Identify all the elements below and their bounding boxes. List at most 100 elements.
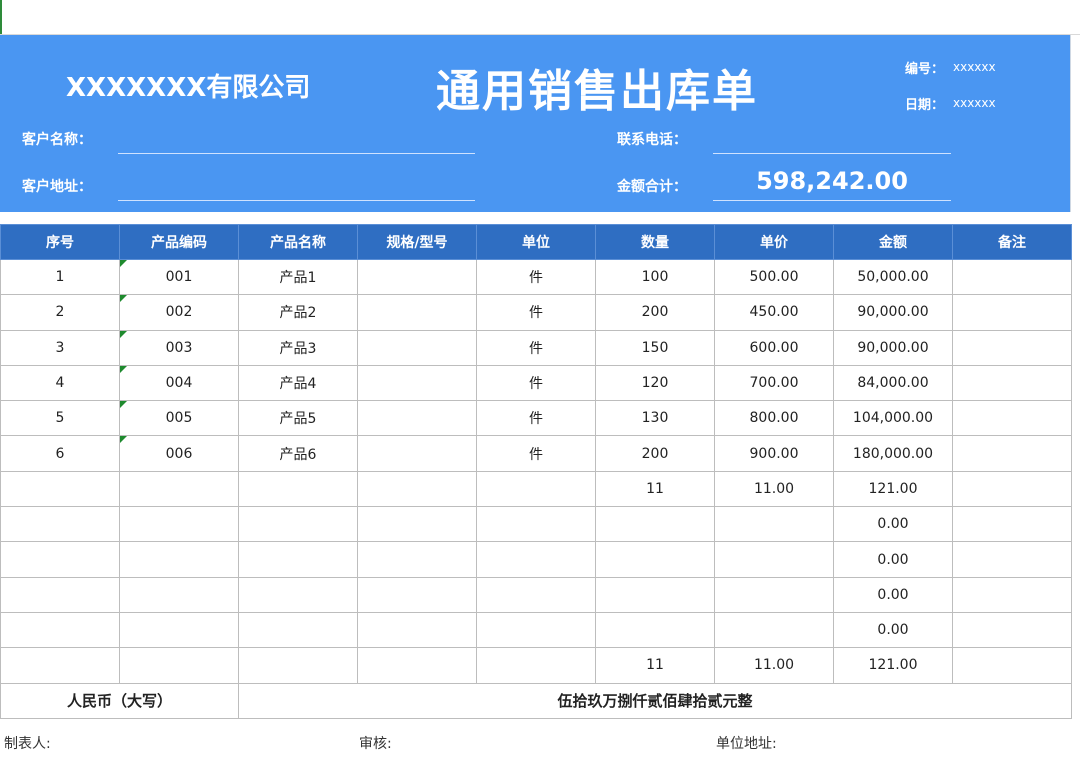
table-cell[interactable]: 产品4	[238, 364, 358, 402]
table-cell[interactable]: 150	[595, 329, 715, 366]
table-cell[interactable]: 产品6	[238, 435, 358, 472]
table-cell[interactable]: 200	[595, 294, 715, 331]
table-cell[interactable]	[238, 541, 358, 578]
column-header[interactable]: 单价	[714, 224, 834, 260]
table-cell[interactable]	[357, 576, 477, 613]
table-cell[interactable]	[952, 470, 1072, 508]
table-cell[interactable]: 产品3	[238, 329, 358, 366]
table-cell[interactable]	[119, 647, 239, 684]
table-cell[interactable]	[476, 611, 596, 649]
table-cell[interactable]	[357, 470, 477, 508]
table-cell[interactable]	[0, 541, 120, 578]
table-cell[interactable]: 11	[595, 647, 715, 684]
table-cell[interactable]: 2	[0, 294, 120, 331]
table-cell[interactable]	[357, 611, 477, 649]
column-header[interactable]: 金额	[833, 224, 953, 260]
table-cell[interactable]	[595, 541, 715, 578]
customer-name-field[interactable]	[118, 153, 475, 154]
table-cell[interactable]: 4	[0, 364, 120, 402]
table-cell[interactable]	[357, 506, 477, 543]
table-cell[interactable]: 0.00	[833, 506, 953, 543]
table-cell[interactable]: 180,000.00	[833, 435, 953, 472]
table-cell[interactable]: 005	[119, 400, 239, 437]
table-cell[interactable]: 800.00	[714, 400, 834, 437]
table-cell[interactable]: 产品1	[238, 258, 358, 296]
table-cell[interactable]	[952, 400, 1072, 437]
column-header[interactable]: 序号	[0, 224, 120, 260]
column-header[interactable]: 产品名称	[238, 224, 358, 260]
table-cell[interactable]	[476, 506, 596, 543]
table-cell[interactable]	[357, 329, 477, 366]
table-cell[interactable]	[357, 647, 477, 684]
column-header[interactable]: 规格/型号	[357, 224, 477, 260]
table-cell[interactable]: 产品2	[238, 294, 358, 331]
number-value[interactable]: xxxxxx	[953, 60, 996, 74]
table-cell[interactable]	[357, 400, 477, 437]
table-cell[interactable]	[952, 506, 1072, 543]
table-cell[interactable]: 0.00	[833, 541, 953, 578]
table-cell[interactable]	[238, 647, 358, 684]
table-cell[interactable]	[0, 647, 120, 684]
table-cell[interactable]: 件	[476, 400, 596, 437]
table-cell[interactable]: 11.00	[714, 470, 834, 508]
table-cell[interactable]: 900.00	[714, 435, 834, 472]
table-cell[interactable]	[357, 364, 477, 402]
table-cell[interactable]: 121.00	[833, 647, 953, 684]
table-cell[interactable]: 90,000.00	[833, 294, 953, 331]
table-cell[interactable]: 50,000.00	[833, 258, 953, 296]
table-cell[interactable]	[0, 506, 120, 543]
table-cell[interactable]	[952, 611, 1072, 649]
table-cell[interactable]	[952, 329, 1072, 366]
table-cell[interactable]	[952, 647, 1072, 684]
table-cell[interactable]: 700.00	[714, 364, 834, 402]
table-cell[interactable]	[952, 294, 1072, 331]
table-cell[interactable]: 100	[595, 258, 715, 296]
table-cell[interactable]	[0, 470, 120, 508]
table-cell[interactable]	[119, 541, 239, 578]
column-header[interactable]: 备注	[952, 224, 1072, 260]
table-cell[interactable]: 200	[595, 435, 715, 472]
table-cell[interactable]	[357, 541, 477, 578]
table-cell[interactable]: 002	[119, 294, 239, 331]
column-header[interactable]: 产品编码	[119, 224, 239, 260]
table-cell[interactable]	[0, 611, 120, 649]
table-cell[interactable]: 0.00	[833, 611, 953, 649]
column-header[interactable]: 数量	[595, 224, 715, 260]
table-cell[interactable]: 3	[0, 329, 120, 366]
amount-total-value[interactable]: 598,242.00	[713, 167, 951, 195]
table-cell[interactable]: 004	[119, 364, 239, 402]
phone-field[interactable]	[713, 153, 951, 154]
table-cell[interactable]: 121.00	[833, 470, 953, 508]
table-cell[interactable]: 130	[595, 400, 715, 437]
table-cell[interactable]: 产品5	[238, 400, 358, 437]
table-cell[interactable]: 84,000.00	[833, 364, 953, 402]
table-cell[interactable]: 11	[595, 470, 715, 508]
table-cell[interactable]: 1	[0, 258, 120, 296]
table-cell[interactable]: 件	[476, 294, 596, 331]
table-cell[interactable]	[595, 506, 715, 543]
table-cell[interactable]	[119, 470, 239, 508]
rmb-uppercase-value[interactable]: 伍拾玖万捌仟贰佰肆拾贰元整	[238, 682, 1072, 719]
table-cell[interactable]	[357, 294, 477, 331]
table-cell[interactable]: 600.00	[714, 329, 834, 366]
table-cell[interactable]	[952, 258, 1072, 296]
date-value[interactable]: xxxxxx	[953, 96, 996, 110]
table-cell[interactable]: 6	[0, 435, 120, 472]
table-cell[interactable]: 104,000.00	[833, 400, 953, 437]
table-cell[interactable]	[476, 647, 596, 684]
table-cell[interactable]: 件	[476, 329, 596, 366]
table-cell[interactable]: 500.00	[714, 258, 834, 296]
table-cell[interactable]: 件	[476, 435, 596, 472]
table-cell[interactable]: 003	[119, 329, 239, 366]
column-header[interactable]: 单位	[476, 224, 596, 260]
table-cell[interactable]	[714, 611, 834, 649]
table-cell[interactable]	[119, 611, 239, 649]
table-cell[interactable]	[238, 611, 358, 649]
table-cell[interactable]	[714, 506, 834, 543]
table-cell[interactable]	[952, 364, 1072, 402]
table-cell[interactable]: 001	[119, 258, 239, 296]
table-cell[interactable]	[476, 541, 596, 578]
table-cell[interactable]	[595, 611, 715, 649]
table-cell[interactable]	[476, 576, 596, 613]
table-cell[interactable]	[0, 576, 120, 613]
